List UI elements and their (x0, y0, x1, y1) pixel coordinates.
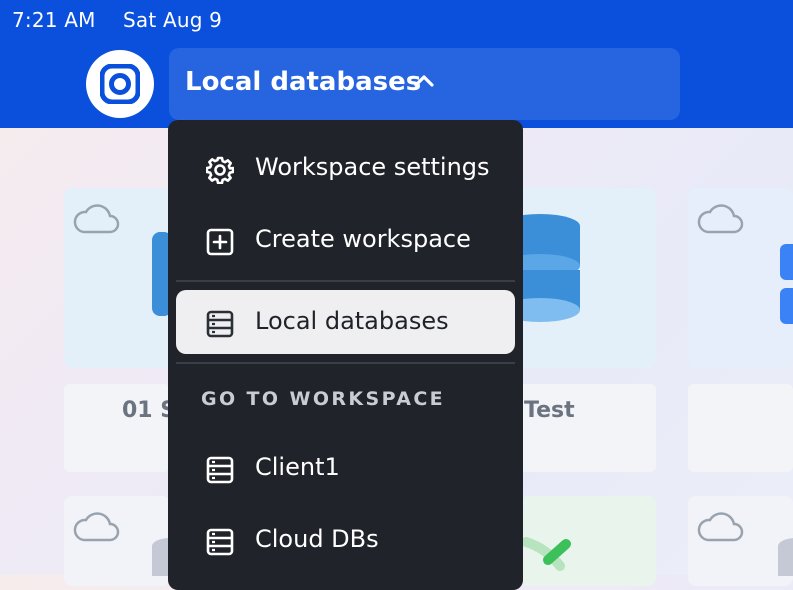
database-list-icon (206, 528, 234, 556)
cloud-icon (697, 512, 744, 542)
database-list-icon (206, 310, 234, 338)
database-card[interactable] (520, 188, 656, 368)
section-label-go-to-workspace: GO TO WORKSPACE (201, 388, 446, 410)
menu-divider (176, 280, 515, 282)
plus-square-icon (206, 228, 234, 256)
cloud-icon (697, 204, 744, 234)
gear-icon (206, 156, 234, 184)
app-header: 7:21 AM Sat Aug 9 Local databases (0, 0, 793, 128)
status-icon (521, 537, 571, 571)
chevron-up-icon (414, 75, 434, 87)
menu-item-label: Client1 (255, 453, 340, 481)
menu-item-label: Create workspace (255, 225, 471, 253)
database-card[interactable] (688, 188, 793, 368)
menu-item-workspace-client1[interactable]: Client1 (176, 436, 515, 500)
status-date: Sat Aug 9 (123, 8, 223, 32)
menu-item-label: Workspace settings (255, 153, 490, 181)
database-icon (778, 538, 793, 576)
database-card[interactable] (64, 496, 170, 586)
database-icon (520, 214, 580, 322)
menu-divider (176, 362, 515, 364)
menu-item-local-databases[interactable]: Local databases (176, 290, 515, 354)
database-list-icon (206, 456, 234, 484)
menu-item-workspace-settings[interactable]: Workspace settings (176, 136, 515, 200)
workspace-switcher[interactable]: Local databases (169, 48, 680, 120)
app-logo[interactable] (86, 50, 154, 118)
database-card[interactable] (688, 496, 793, 586)
menu-item-label: Cloud DBs (255, 525, 379, 553)
workspace-title: Local databases (185, 67, 422, 97)
database-card[interactable] (64, 188, 172, 368)
menu-item-create-workspace[interactable]: Create workspace (176, 208, 515, 272)
database-icon (780, 244, 793, 324)
status-time: 7:21 AM (12, 8, 96, 32)
cloud-icon (73, 204, 120, 234)
workspace-menu: Workspace settings Create workspace Loca… (168, 120, 523, 590)
cloud-icon (73, 512, 120, 542)
card-label (688, 384, 793, 472)
app-logo-icon (100, 64, 140, 104)
menu-item-workspace-cloud-dbs[interactable]: Cloud DBs (176, 508, 515, 572)
menu-item-label: Local databases (255, 307, 449, 335)
database-card[interactable] (520, 496, 656, 586)
card-title: Test (524, 398, 575, 423)
